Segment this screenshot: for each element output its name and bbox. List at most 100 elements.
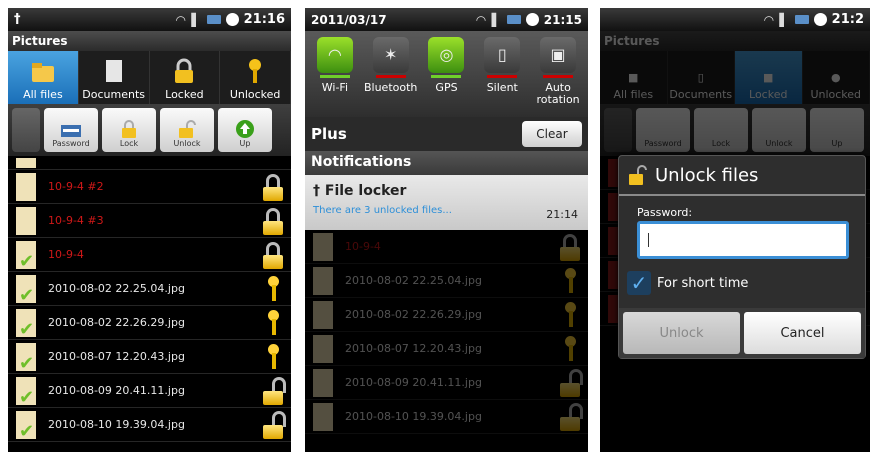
alarm-icon bbox=[525, 13, 539, 26]
app-title: Pictures bbox=[600, 31, 870, 51]
unlock-confirm-button[interactable]: Unlock bbox=[623, 312, 740, 354]
file-name: 2010-08-02 22.26.29.jpg bbox=[48, 316, 185, 329]
file-list: 10-9-4 #2 10-9-4 #3 ✔ 10-9-4 ✔ 2010-08-02 22.… bbox=[8, 156, 291, 442]
list-item[interactable]: 10-9-4 #3 bbox=[8, 204, 291, 238]
file-name: 2010-08-02 22.25.04.jpg bbox=[345, 274, 482, 287]
list-item[interactable]: ✔ 2010-08-10 19.39.04.jpg bbox=[8, 408, 291, 442]
tab-documents[interactable]: ▯ Documents bbox=[668, 51, 735, 104]
unlock-icon bbox=[558, 402, 583, 431]
key-icon bbox=[261, 275, 285, 303]
status-date: 2011/03/17 bbox=[311, 12, 387, 27]
password-button[interactable]: Password bbox=[636, 108, 690, 152]
file-icon bbox=[16, 172, 36, 201]
quick-auto-rotation[interactable]: ▣ Auto rotation bbox=[530, 37, 586, 111]
app-title: Pictures bbox=[8, 31, 291, 51]
password-icon bbox=[61, 125, 81, 137]
tab-all-files[interactable]: ■ All files bbox=[600, 51, 668, 104]
list-item[interactable]: ✔ 2010-08-02 22.26.29.jpg bbox=[8, 306, 291, 340]
up-arrow-icon bbox=[236, 120, 254, 138]
usb-icon: † bbox=[313, 183, 325, 199]
list-item[interactable] bbox=[8, 156, 291, 170]
file-icon: ✔ bbox=[16, 410, 36, 440]
phone-screen-notifications: 2011/03/17 ◠ ▌ 21:15 ◠ Wi-Fi ✶ Bluetooth… bbox=[305, 8, 588, 452]
lock-icon bbox=[261, 173, 285, 201]
document-icon: ▯ bbox=[697, 71, 704, 84]
list-item: 2010-08-02 22.26.29.jpg bbox=[305, 298, 588, 332]
quick-bluetooth[interactable]: ✶ Bluetooth bbox=[363, 37, 419, 111]
lock-icon bbox=[122, 120, 136, 138]
tab-documents[interactable]: Documents bbox=[79, 51, 150, 104]
list-item: 2010-08-10 19.39.04.jpg bbox=[305, 400, 588, 434]
status-time: 21:2 bbox=[831, 12, 864, 27]
tab-all-files[interactable]: All files bbox=[8, 51, 79, 104]
file-icon: ✔ bbox=[16, 240, 36, 270]
unlock-button[interactable]: Unlock bbox=[752, 108, 806, 152]
file-icon: ✔ bbox=[16, 308, 36, 340]
password-input[interactable] bbox=[637, 221, 849, 259]
background-file-list: 10-9-4 2010-08-02 22.25.04.jpg 2010-08-02 … bbox=[305, 230, 588, 434]
select-all-button[interactable] bbox=[12, 108, 40, 152]
silent-icon: ▯ bbox=[484, 37, 521, 73]
tab-label: Documents bbox=[82, 88, 145, 101]
wifi-icon: ◠ bbox=[176, 12, 186, 27]
status-bar: 2011/03/17 ◠ ▌ 21:15 bbox=[305, 8, 588, 31]
short-time-option[interactable]: ✓ For short time bbox=[627, 271, 865, 295]
notification-text: There are 3 unlocked files... bbox=[313, 205, 452, 216]
file-name: 2010-08-10 19.39.04.jpg bbox=[345, 410, 482, 423]
quick-wifi[interactable]: ◠ Wi-Fi bbox=[307, 37, 363, 111]
list-item[interactable]: ✔ 2010-08-09 20.41.11.jpg bbox=[8, 374, 291, 408]
list-item: 2010-08-02 22.25.04.jpg bbox=[305, 264, 588, 298]
file-icon bbox=[313, 368, 333, 397]
unlock-icon bbox=[558, 368, 583, 397]
signal-icon: ▌ bbox=[491, 12, 501, 27]
password-label: Password: bbox=[637, 206, 693, 219]
tab-locked[interactable]: ■ Locked bbox=[735, 51, 803, 104]
action-toolbar: Password Lock Unlock Up bbox=[600, 104, 870, 156]
list-item[interactable]: ✔ 2010-08-07 12.20.43.jpg bbox=[8, 340, 291, 374]
list-item: 2010-08-09 20.41.11.jpg bbox=[305, 366, 588, 400]
notification-title: File locker bbox=[324, 183, 407, 199]
unlock-button[interactable]: Unlock bbox=[160, 108, 214, 152]
unlock-icon bbox=[179, 120, 196, 138]
checkmark-icon: ✔ bbox=[19, 386, 35, 408]
battery-icon bbox=[206, 15, 221, 24]
quick-silent[interactable]: ▯ Silent bbox=[474, 37, 530, 111]
lock-icon bbox=[175, 58, 194, 83]
tab-locked[interactable]: Locked bbox=[150, 51, 221, 104]
wifi-icon: ◠ bbox=[764, 12, 774, 27]
checkmark-icon: ✔ bbox=[19, 352, 35, 374]
status-time: 21:15 bbox=[543, 12, 582, 27]
dialog-title: Unlock files bbox=[619, 156, 865, 196]
tab-unlocked[interactable]: Unlocked bbox=[220, 51, 291, 104]
clear-button[interactable]: Clear bbox=[522, 121, 582, 147]
gps-icon: ◎ bbox=[428, 37, 465, 73]
file-locker-notification[interactable]: † File locker There are 3 unlocked files… bbox=[305, 175, 588, 230]
lock-button[interactable]: Lock bbox=[694, 108, 748, 152]
cancel-button[interactable]: Cancel bbox=[744, 312, 861, 354]
file-name: 10-9-4 #2 bbox=[48, 180, 104, 193]
list-item[interactable]: ✔ 10-9-4 bbox=[8, 238, 291, 272]
up-button[interactable]: Up bbox=[810, 108, 864, 152]
status-bar: ◠ ▌ 21:2 bbox=[600, 8, 870, 31]
up-button[interactable]: Up bbox=[218, 108, 272, 152]
list-item[interactable]: 10-9-4 #2 bbox=[8, 170, 291, 204]
password-button[interactable]: Password bbox=[44, 108, 98, 152]
tab-unlocked[interactable]: ● Unlocked bbox=[803, 51, 870, 104]
quick-gps[interactable]: ◎ GPS bbox=[419, 37, 475, 111]
checkmark-icon: ✔ bbox=[19, 318, 35, 340]
lock-icon bbox=[261, 207, 285, 235]
alarm-icon bbox=[813, 13, 827, 26]
phone-screen-file-list: † ◠ ▌ 21:16 Pictures All files Documents… bbox=[8, 8, 291, 452]
file-icon bbox=[313, 300, 333, 329]
list-item[interactable]: ✔ 2010-08-02 22.25.04.jpg bbox=[8, 272, 291, 306]
action-toolbar: Password Lock Unlock Up bbox=[8, 104, 291, 156]
file-name: 2010-08-10 19.39.04.jpg bbox=[48, 418, 185, 431]
notification-time: 21:14 bbox=[546, 208, 578, 221]
document-icon bbox=[105, 60, 122, 82]
select-all-button[interactable] bbox=[604, 108, 632, 152]
lock-button[interactable]: Lock bbox=[102, 108, 156, 152]
dialog-buttons: Unlock Cancel bbox=[619, 308, 865, 358]
quick-settings: ◠ Wi-Fi ✶ Bluetooth ◎ GPS ▯ Silent ▣ Aut… bbox=[305, 31, 588, 117]
battery-icon bbox=[794, 15, 809, 24]
checkbox[interactable]: ✓ bbox=[627, 271, 651, 295]
